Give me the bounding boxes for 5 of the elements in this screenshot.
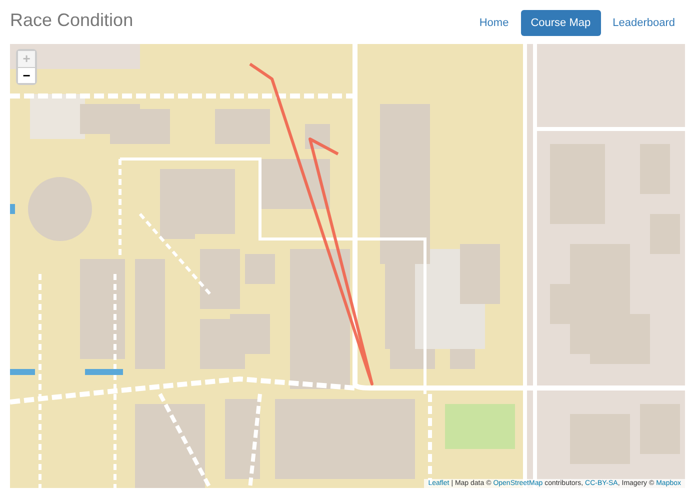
nav-link[interactable]: Leaderboard (602, 10, 685, 36)
site-title: Race Condition (10, 10, 134, 31)
nav-link[interactable]: Course Map (520, 10, 601, 36)
nav-link[interactable]: Home (469, 10, 519, 36)
zoom-out-button[interactable]: − (18, 67, 35, 83)
